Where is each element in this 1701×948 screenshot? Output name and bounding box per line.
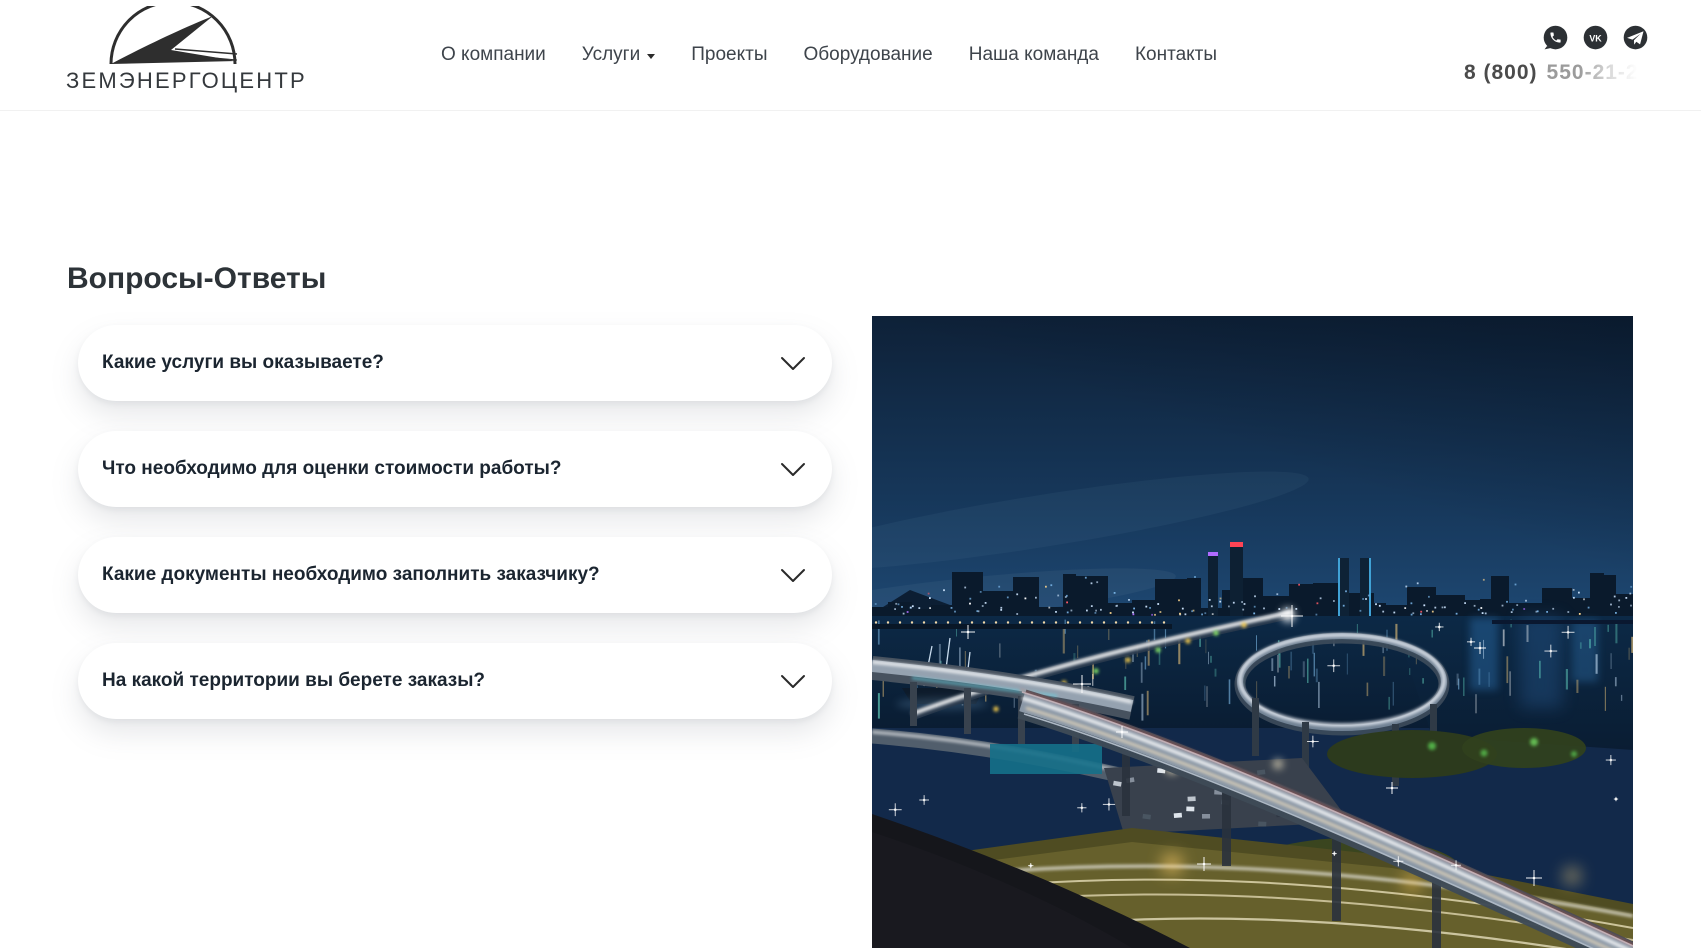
faq-question: Какие документы необходимо заполнить зак… <box>102 564 600 585</box>
logo-text: ЗЕМЭНЕРГОЦЕНТР <box>66 68 307 93</box>
social-links: VK <box>1542 24 1649 51</box>
faq-item[interactable]: Какие услуги вы оказываете? <box>78 325 832 401</box>
faq-item[interactable]: На какой территории вы берете заказы? <box>78 643 832 719</box>
nav-item-contacts[interactable]: Контакты <box>1135 44 1217 66</box>
nav-item-projects[interactable]: Проекты <box>691 44 767 66</box>
chevron-down-icon <box>781 463 805 476</box>
faq-question: Что необходимо для оценки стоимости рабо… <box>102 458 562 479</box>
nav-label: Наша команда <box>968 44 1099 65</box>
nav-item-about[interactable]: О компании <box>441 44 546 66</box>
nav-item-services[interactable]: Услуги <box>581 44 656 66</box>
nav-label: Оборудование <box>803 44 933 65</box>
faq-item[interactable]: Какие документы необходимо заполнить зак… <box>78 537 832 613</box>
chevron-down-icon <box>781 569 805 582</box>
chevron-down-icon <box>781 675 805 688</box>
page: ЗЕМЭНЕРГОЦЕНТР О компании Услуги Проекты… <box>0 0 1701 948</box>
header: ЗЕМЭНЕРГОЦЕНТР О компании Услуги Проекты… <box>0 0 1701 111</box>
faq-question: Какие услуги вы оказываете? <box>102 352 384 373</box>
main-nav: О компании Услуги Проекты Оборудование Н… <box>441 0 1217 110</box>
chevron-down-icon <box>781 357 805 370</box>
nav-label: Проекты <box>691 44 768 65</box>
telegram-icon[interactable] <box>1622 24 1649 51</box>
svg-text:VK: VK <box>1589 33 1602 43</box>
logo[interactable]: ЗЕМЭНЕРГОЦЕНТР <box>66 6 307 94</box>
nav-item-equipment[interactable]: Оборудование <box>803 44 932 66</box>
faq-accordion: Какие услуги вы оказываете? Что необходи… <box>78 325 832 749</box>
faq-item[interactable]: Что необходимо для оценки стоимости рабо… <box>78 431 832 507</box>
phone-prefix: 8 (800) <box>1464 61 1538 84</box>
city-photo <box>872 316 1633 948</box>
nav-item-team[interactable]: Наша команда <box>969 44 1099 66</box>
page-title: Вопросы-Ответы <box>67 261 327 295</box>
whatsapp-icon[interactable] <box>1542 24 1569 51</box>
phone-rest: 550-21-2 <box>1546 61 1639 84</box>
logo-road-icon <box>109 6 238 65</box>
phone-number[interactable]: 8 (800) 550-21-2 <box>1464 61 1639 85</box>
chevron-down-icon <box>647 54 656 59</box>
nav-label: О компании <box>441 44 546 65</box>
nav-label: Услуги <box>581 44 641 65</box>
nav-label: Контакты <box>1134 44 1218 65</box>
vk-icon[interactable]: VK <box>1582 24 1609 51</box>
faq-question: На какой территории вы берете заказы? <box>102 670 486 691</box>
